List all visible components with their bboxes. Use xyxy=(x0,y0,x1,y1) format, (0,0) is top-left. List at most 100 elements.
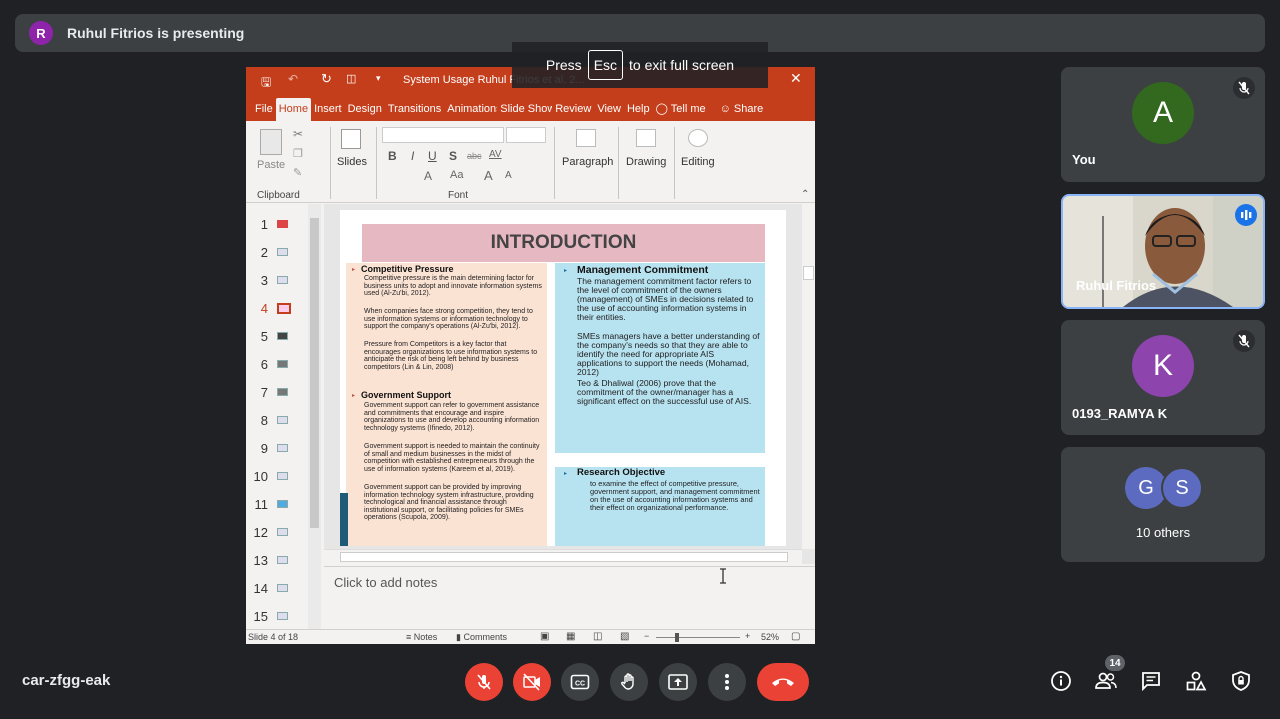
slide-sorter-icon[interactable]: ▦ xyxy=(566,631,575,642)
paragraph-icon[interactable] xyxy=(576,129,596,147)
activities-button[interactable] xyxy=(1183,668,1209,694)
thumbnail-slide[interactable]: 6 xyxy=(246,354,308,374)
thumbnail-scrollbar[interactable] xyxy=(308,204,321,629)
participant-tile-others[interactable]: G S 10 others xyxy=(1061,447,1265,562)
tab-review[interactable]: Review xyxy=(552,103,594,121)
customize-qat-icon[interactable]: ▾ xyxy=(376,73,381,84)
thumbnail-slide[interactable]: 13 xyxy=(246,550,308,570)
paragraph-button[interactable]: Paragraph xyxy=(562,156,613,168)
paste-button[interactable]: Paste xyxy=(257,159,285,171)
underline-button[interactable]: U xyxy=(428,149,437,163)
thumbnail-slide[interactable]: 9 xyxy=(246,438,308,458)
mic-toggle-button[interactable] xyxy=(465,663,503,701)
reading-view-icon[interactable]: ◫ xyxy=(593,631,602,642)
slide-horizontal-scrollbar[interactable] xyxy=(324,549,802,564)
italic-button[interactable]: I xyxy=(411,149,414,163)
redo-icon[interactable]: ↻ xyxy=(321,71,332,87)
slideshow-view-icon[interactable]: ▧ xyxy=(620,631,629,642)
tab-design[interactable]: Design xyxy=(345,103,385,121)
chat-button[interactable] xyxy=(1138,668,1164,694)
shrink-font-button[interactable]: A xyxy=(505,170,512,181)
format-painter-icon[interactable]: ✎ xyxy=(293,166,302,179)
zoom-slider-thumb[interactable] xyxy=(675,633,679,642)
font-color-button[interactable]: A xyxy=(424,169,432,183)
thumbnail-slide[interactable]: 7 xyxy=(246,382,308,402)
collapse-ribbon-icon[interactable]: ⌃ xyxy=(801,189,809,200)
grow-font-button[interactable]: A xyxy=(484,168,493,183)
find-icon[interactable] xyxy=(688,129,708,147)
strikethrough-button[interactable]: S xyxy=(449,149,457,163)
thumbnail-slide[interactable]: 15 xyxy=(246,606,308,626)
h-scroll-thumb[interactable] xyxy=(340,552,788,562)
host-controls-button[interactable] xyxy=(1228,668,1254,694)
thumbnail-slide[interactable]: 3 xyxy=(246,270,308,290)
tab-slide-show[interactable]: Slide Show xyxy=(497,103,552,121)
cut-icon[interactable]: ✂ xyxy=(293,127,303,141)
raise-hand-button[interactable] xyxy=(610,663,648,701)
abc-strike-button[interactable]: abc xyxy=(467,151,482,161)
participant-tile-ruhul[interactable]: Ruhul Fitrios xyxy=(1061,194,1265,309)
font-name-box[interactable] xyxy=(382,127,504,143)
participant-tile-ramya[interactable]: K 0193_RAMYA K xyxy=(1061,320,1265,435)
zoom-in-icon[interactable]: + xyxy=(745,631,750,641)
change-case-button[interactable]: Aa xyxy=(450,169,463,181)
notes-placeholder[interactable]: Click to add notes xyxy=(334,575,437,590)
tab-transitions[interactable]: Transitions xyxy=(385,103,444,121)
thumbnail-slide-active[interactable]: 4 xyxy=(246,298,308,318)
comments-button[interactable]: ▮ Comments xyxy=(456,632,507,643)
copy-icon[interactable]: ❐ xyxy=(293,147,303,160)
bold-button[interactable]: B xyxy=(388,149,397,163)
slide-content[interactable]: INTRODUCTION ▸ Competitive Pressure Comp… xyxy=(340,210,786,546)
leave-call-button[interactable] xyxy=(757,663,809,701)
thumbnail-slide[interactable]: 14 xyxy=(246,578,308,598)
zoom-level[interactable]: 52% xyxy=(761,632,779,642)
tab-animations[interactable]: Animations xyxy=(444,103,497,121)
captions-button[interactable]: CC xyxy=(561,663,599,701)
undo-icon[interactable]: ↶ xyxy=(288,72,298,86)
present-icon[interactable]: ◫ xyxy=(346,72,356,85)
tab-home[interactable]: Home xyxy=(275,98,312,121)
shapes-icon[interactable] xyxy=(636,129,656,147)
camera-toggle-button[interactable] xyxy=(513,663,551,701)
new-slide-icon[interactable] xyxy=(341,129,361,149)
meeting-details-button[interactable] xyxy=(1048,668,1074,694)
thumbnail-slide[interactable]: 8 xyxy=(246,410,308,430)
thumbnail-slide[interactable]: 5 xyxy=(246,326,308,346)
tab-help[interactable]: Help xyxy=(624,103,653,121)
share-button[interactable]: ☺ Share xyxy=(717,103,767,121)
notes-button[interactable]: ≡ Notes xyxy=(406,632,437,642)
tab-file[interactable]: File xyxy=(252,103,276,121)
thumbnail-slide[interactable]: 12 xyxy=(246,522,308,542)
bullet-icon: ▸ xyxy=(564,471,568,477)
people-button[interactable] xyxy=(1093,668,1119,694)
slides-button[interactable]: Slides xyxy=(337,156,367,168)
thumbnail-scroll-thumb[interactable] xyxy=(310,218,319,528)
present-now-button[interactable] xyxy=(659,663,697,701)
ppt-close-icon[interactable]: ✕ xyxy=(790,70,802,87)
thumbnail-slide[interactable]: 1 xyxy=(246,214,308,234)
thumbnail-slide[interactable]: 11 xyxy=(246,494,308,514)
slide-scroll-thumb[interactable] xyxy=(803,266,814,280)
notes-pane[interactable]: Click to add notes xyxy=(324,566,815,629)
tab-view[interactable]: View xyxy=(594,103,624,121)
thumbnail-slide[interactable]: 10 xyxy=(246,466,308,486)
thumbnail-slide[interactable]: 2 xyxy=(246,242,308,262)
participant-tile-you[interactable]: A You xyxy=(1061,67,1265,182)
tell-me-search[interactable]: ◯ Tell me xyxy=(653,102,709,121)
more-options-button[interactable] xyxy=(708,663,746,701)
drawing-button[interactable]: Drawing xyxy=(626,156,666,168)
tab-insert[interactable]: Insert xyxy=(311,103,345,121)
zoom-slider[interactable] xyxy=(656,637,740,638)
slide-thumb-icon xyxy=(277,416,288,424)
editing-button[interactable]: Editing xyxy=(681,156,715,168)
right-text-box-top: ▸ Management Commitment The management c… xyxy=(555,263,765,453)
font-size-box[interactable] xyxy=(506,127,546,143)
zoom-out-icon[interactable]: − xyxy=(644,631,649,641)
save-icon[interactable]: 🖫 xyxy=(261,73,271,94)
slide-vertical-scrollbar[interactable] xyxy=(802,204,815,549)
normal-view-icon[interactable]: ▣ xyxy=(540,631,549,642)
paste-icon[interactable] xyxy=(260,129,282,155)
fit-slide-icon[interactable]: ▢ xyxy=(791,631,800,642)
char-spacing-button[interactable]: AV xyxy=(489,149,502,160)
participant-name: Ruhul Fitrios xyxy=(1076,278,1157,293)
